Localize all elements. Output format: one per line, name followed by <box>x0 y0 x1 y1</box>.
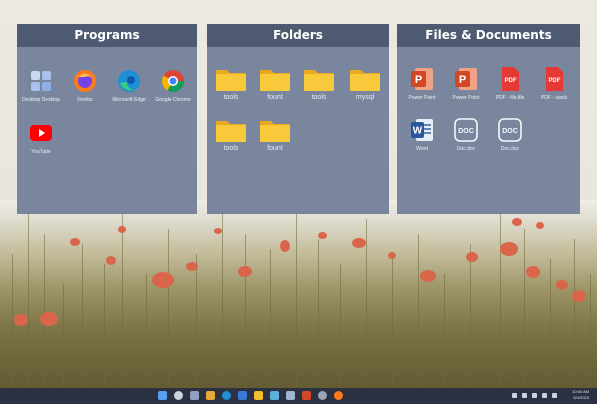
chevron-up-icon[interactable] <box>512 393 517 398</box>
file-item[interactable]: DOC Doc.doc <box>444 117 488 152</box>
folder-icon <box>303 66 335 92</box>
folder-icon <box>259 117 291 143</box>
task-view-icon[interactable] <box>190 391 199 400</box>
folders-grid: tools fount tools mysql tools fount <box>207 47 389 214</box>
folder-item[interactable]: fount <box>253 66 297 101</box>
folder-item[interactable]: tools <box>209 117 253 152</box>
file-item[interactable]: W Word <box>400 117 444 152</box>
folders-panel: Folders tools fount tools mysql tools fo… <box>207 24 389 214</box>
edge-taskbar-icon[interactable] <box>222 391 231 400</box>
edge-shortcut[interactable]: Microsoft Edge <box>107 68 151 103</box>
search-icon[interactable] <box>174 391 183 400</box>
doc-letters: DOC <box>502 128 518 135</box>
folder-icon <box>259 66 291 92</box>
firefox-taskbar-icon[interactable] <box>334 391 343 400</box>
folder-item[interactable]: tools <box>209 66 253 101</box>
start-icon[interactable] <box>158 391 167 400</box>
powerpoint-taskbar-icon[interactable] <box>302 391 311 400</box>
edge-icon <box>116 68 142 94</box>
programs-grid: Desktop Desktop Firefox Microsoft Edge G… <box>17 47 197 214</box>
programs-panel: Programs Desktop Desktop Firefox Microso… <box>17 24 197 214</box>
youtube-icon <box>28 120 54 146</box>
photos-icon[interactable] <box>270 391 279 400</box>
youtube-shortcut[interactable]: YouTube <box>19 120 63 155</box>
word-icon: W <box>409 117 435 143</box>
panel-title: Files & Documents <box>397 24 580 47</box>
wifi-icon[interactable] <box>532 393 537 398</box>
files-grid: P Power Point P Power Point PDF PDF - fi… <box>397 47 580 214</box>
clock-date: 5/4/2023 <box>573 395 589 400</box>
file-item[interactable]: P Power Point <box>400 66 444 101</box>
windows-start-icon <box>28 68 54 94</box>
word-letter: W <box>413 126 423 137</box>
battery-icon[interactable] <box>552 393 557 398</box>
powerpoint-icon: P <box>453 66 479 92</box>
pdf-icon: PDF <box>497 66 523 92</box>
file-explorer-icon[interactable] <box>206 391 215 400</box>
folder-icon <box>215 66 247 92</box>
pdf-icon: PDF <box>541 66 567 92</box>
firefox-shortcut[interactable]: Firefox <box>63 68 107 103</box>
powerpoint-icon: P <box>409 66 435 92</box>
pdf-letters: PDF <box>549 78 561 84</box>
clock[interactable]: 10:00 AM 5/4/2023 <box>572 389 589 401</box>
folder-item[interactable]: tools <box>297 66 341 101</box>
volume-icon[interactable] <box>542 393 547 398</box>
file-item[interactable]: PDF PDF - file.file <box>488 66 532 101</box>
file-item[interactable]: DOC Doc.doc <box>488 117 532 152</box>
doc-icon: DOC <box>453 117 479 143</box>
file-item[interactable]: P Power Point <box>444 66 488 101</box>
folder-taskbar-icon[interactable] <box>254 391 263 400</box>
doc-letters: DOC <box>458 128 474 135</box>
firefox-icon <box>72 68 98 94</box>
doc-icon: DOC <box>497 117 523 143</box>
panel-title: Programs <box>17 24 197 47</box>
folder-icon <box>215 117 247 143</box>
powerpoint-letter: P <box>459 74 466 86</box>
pdf-letters: PDF <box>505 78 517 84</box>
chrome-icon <box>160 68 186 94</box>
network-icon[interactable] <box>522 393 527 398</box>
powerpoint-letter: P <box>415 74 422 86</box>
folder-item[interactable]: mysql <box>343 66 387 101</box>
file-item[interactable]: PDF PDF - stack <box>532 66 576 101</box>
folder-icon <box>349 66 381 92</box>
chrome-shortcut[interactable]: Google Chrome <box>151 68 195 103</box>
desktop-shortcut[interactable]: Desktop Desktop <box>19 68 63 103</box>
panel-title: Folders <box>207 24 389 47</box>
store-icon[interactable] <box>238 391 247 400</box>
settings-icon[interactable] <box>318 391 327 400</box>
folder-item[interactable]: fount <box>253 117 297 152</box>
files-documents-panel: Files & Documents P Power Point P Power … <box>397 24 580 214</box>
mail-icon[interactable] <box>286 391 295 400</box>
taskbar: 10:00 AM 5/4/2023 <box>0 388 597 404</box>
